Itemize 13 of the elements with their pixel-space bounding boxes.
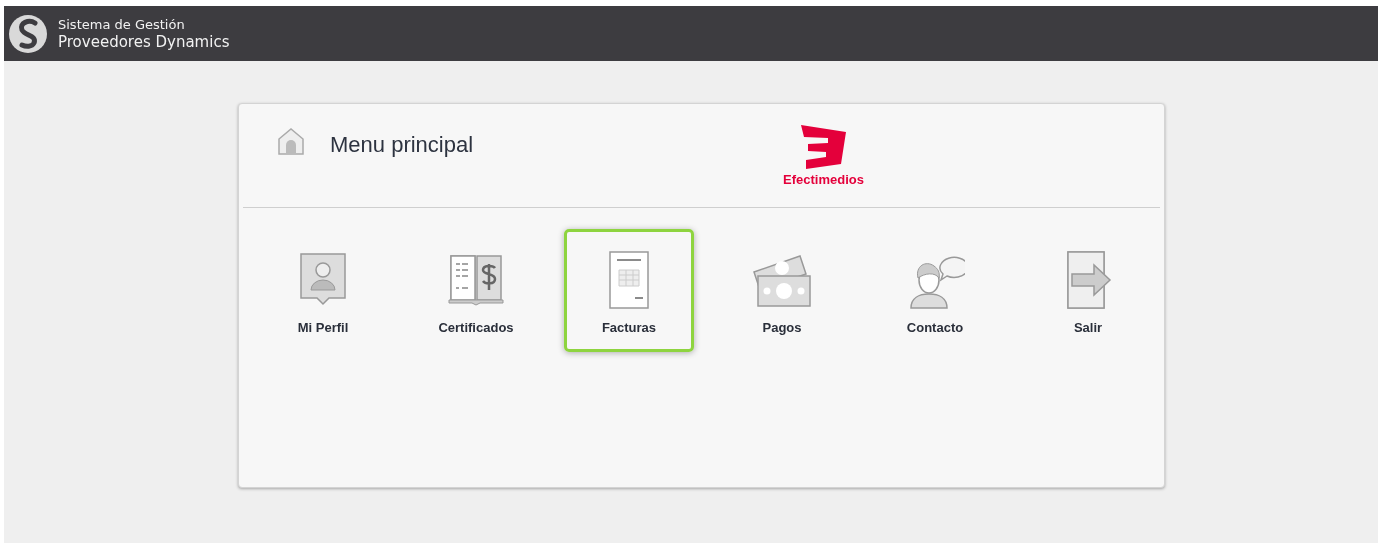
brand-logo-icon [798,124,849,170]
home-icon[interactable] [276,126,306,156]
menu-tile[interactable]: Mi Perfil [258,229,388,352]
menu-tile[interactable]: Contacto [870,229,1000,352]
app-title: Proveedores Dynamics [58,32,230,52]
app-subtitle: Sistema de Gestión [58,15,186,33]
page-title: Menu principal [330,132,474,158]
brand-name: Efectimedios [783,172,864,187]
menu-tile[interactable]: Certificados [411,229,541,352]
logo-icon [8,13,48,54]
menu-tile[interactable]: Facturas [564,229,694,352]
menu-tile[interactable]: Salir [1023,229,1153,352]
menu-tile[interactable]: Pagos [717,229,847,352]
